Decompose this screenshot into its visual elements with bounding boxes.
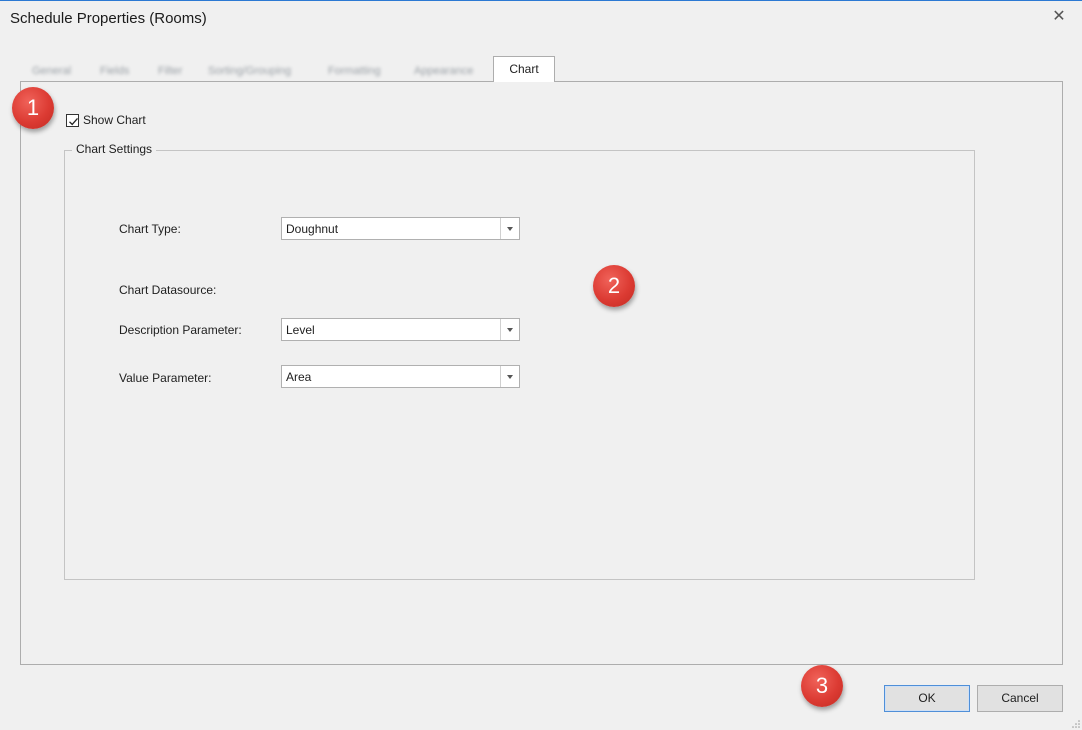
chevron-down-icon[interactable]	[500, 366, 519, 387]
chart-type-label: Chart Type:	[119, 222, 181, 236]
close-icon[interactable]: ✕	[1050, 8, 1068, 26]
value-parameter-select[interactable]: Area	[281, 365, 520, 388]
value-parameter-value: Area	[286, 370, 312, 384]
cancel-button[interactable]: Cancel	[977, 685, 1063, 712]
tab-formatting[interactable]: Formatting	[328, 60, 381, 82]
chart-type-value: Doughnut	[286, 222, 339, 236]
tab-appearance[interactable]: Appearance	[414, 60, 473, 82]
chart-datasource-label: Chart Datasource:	[119, 283, 217, 297]
tab-filter[interactable]: Filter	[158, 60, 182, 82]
chevron-down-icon[interactable]	[500, 218, 519, 239]
chart-settings-legend: Chart Settings	[72, 142, 157, 156]
chevron-down-icon[interactable]	[500, 319, 519, 340]
callout-marker-1: 1	[12, 87, 54, 129]
resize-grip-icon[interactable]	[1072, 720, 1080, 728]
tab-chart[interactable]: Chart	[493, 56, 555, 82]
tab-fields[interactable]: Fields	[100, 60, 129, 82]
description-parameter-select[interactable]: Level	[281, 318, 520, 341]
checkmark-icon	[69, 117, 78, 125]
description-parameter-value: Level	[286, 323, 315, 337]
ok-button[interactable]: OK	[884, 685, 970, 712]
show-chart-row[interactable]: Show Chart	[66, 113, 146, 127]
value-parameter-label: Value Parameter:	[119, 371, 212, 385]
show-chart-label: Show Chart	[83, 113, 146, 127]
callout-marker-3: 3	[801, 665, 843, 707]
window-top-border	[0, 0, 1082, 1]
tab-sorting[interactable]: Sorting/Grouping	[208, 60, 291, 82]
description-parameter-label: Description Parameter:	[119, 323, 242, 337]
tab-general[interactable]: General	[32, 60, 71, 82]
callout-marker-2: 2	[593, 265, 635, 307]
show-chart-checkbox[interactable]	[66, 113, 79, 127]
chart-type-select[interactable]: Doughnut	[281, 217, 520, 240]
window-title: Schedule Properties (Rooms)	[10, 10, 207, 27]
